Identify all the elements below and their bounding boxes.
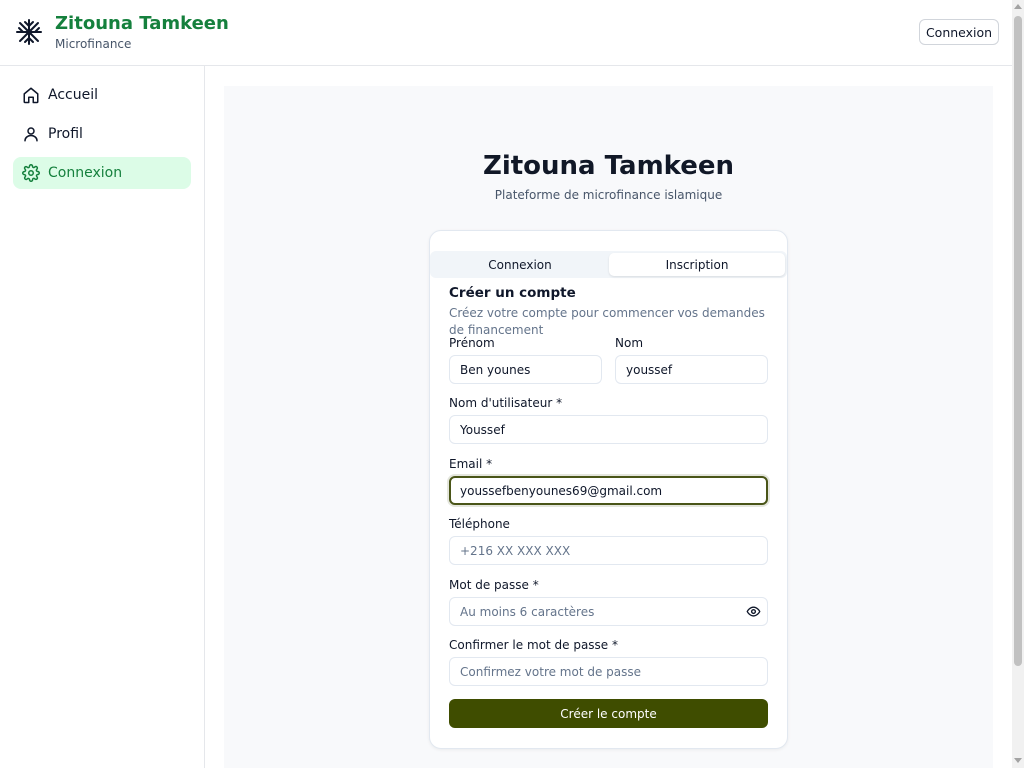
sidebar-item-profil[interactable]: Profil bbox=[13, 118, 191, 150]
telephone-label: Téléphone bbox=[449, 517, 510, 531]
tab-inscription[interactable]: Inscription bbox=[609, 253, 785, 276]
telephone-field[interactable] bbox=[449, 536, 768, 565]
gear-icon bbox=[22, 164, 40, 182]
scrollbar[interactable] bbox=[1012, 0, 1024, 768]
password-label: Mot de passe * bbox=[449, 578, 539, 592]
nom-label: Nom bbox=[615, 336, 644, 350]
main-panel: Zitouna Tamkeen Plateforme de microfinan… bbox=[224, 86, 993, 768]
sidebar: Accueil Profil Connexion bbox=[0, 66, 205, 768]
email-field[interactable] bbox=[449, 476, 768, 505]
password-field[interactable] bbox=[449, 597, 768, 626]
sidebar-item-accueil[interactable]: Accueil bbox=[13, 79, 191, 111]
top-header: Zitouna Tamkeen Microfinance Connexion bbox=[0, 0, 1012, 66]
sidebar-item-label: Profil bbox=[48, 126, 83, 142]
scroll-up-arrow-icon[interactable] bbox=[1014, 4, 1022, 9]
brand-subtitle: Microfinance bbox=[55, 37, 132, 51]
username-field[interactable] bbox=[449, 415, 768, 444]
tab-connexion[interactable]: Connexion bbox=[432, 253, 608, 276]
nom-field[interactable] bbox=[615, 355, 768, 384]
sidebar-item-connexion[interactable]: Connexion bbox=[13, 157, 191, 189]
page-subtitle: Plateforme de microfinance islamique bbox=[494, 188, 723, 202]
prenom-label: Prénom bbox=[449, 336, 495, 350]
confirm-password-field[interactable] bbox=[449, 657, 768, 686]
card-title: Créer un compte bbox=[449, 285, 576, 301]
card-description: Créez votre compte pour commencer vos de… bbox=[449, 306, 765, 337]
page-title: Zitouna Tamkeen bbox=[482, 151, 735, 181]
brand-title: Zitouna Tamkeen bbox=[55, 13, 229, 34]
email-label: Email * bbox=[449, 457, 493, 471]
create-account-button[interactable]: Créer le compte bbox=[449, 699, 768, 728]
confirm-password-label: Confirmer le mot de passe * bbox=[449, 638, 618, 652]
home-icon bbox=[22, 86, 40, 104]
username-label: Nom d'utilisateur * bbox=[449, 396, 563, 410]
tree-logo-icon bbox=[14, 17, 44, 47]
header-login-button[interactable]: Connexion bbox=[919, 19, 999, 45]
scroll-down-arrow-icon[interactable] bbox=[1014, 758, 1022, 763]
signup-card: Connexion Inscription Créer un compte Cr… bbox=[429, 230, 788, 749]
sidebar-item-label: Accueil bbox=[48, 87, 98, 103]
user-icon bbox=[22, 125, 40, 143]
auth-tabs: Connexion Inscription bbox=[430, 251, 787, 278]
sidebar-item-label: Connexion bbox=[48, 165, 123, 181]
scrollbar-thumb[interactable] bbox=[1014, 16, 1022, 666]
prenom-field[interactable] bbox=[449, 355, 602, 384]
eye-icon[interactable] bbox=[744, 602, 762, 620]
